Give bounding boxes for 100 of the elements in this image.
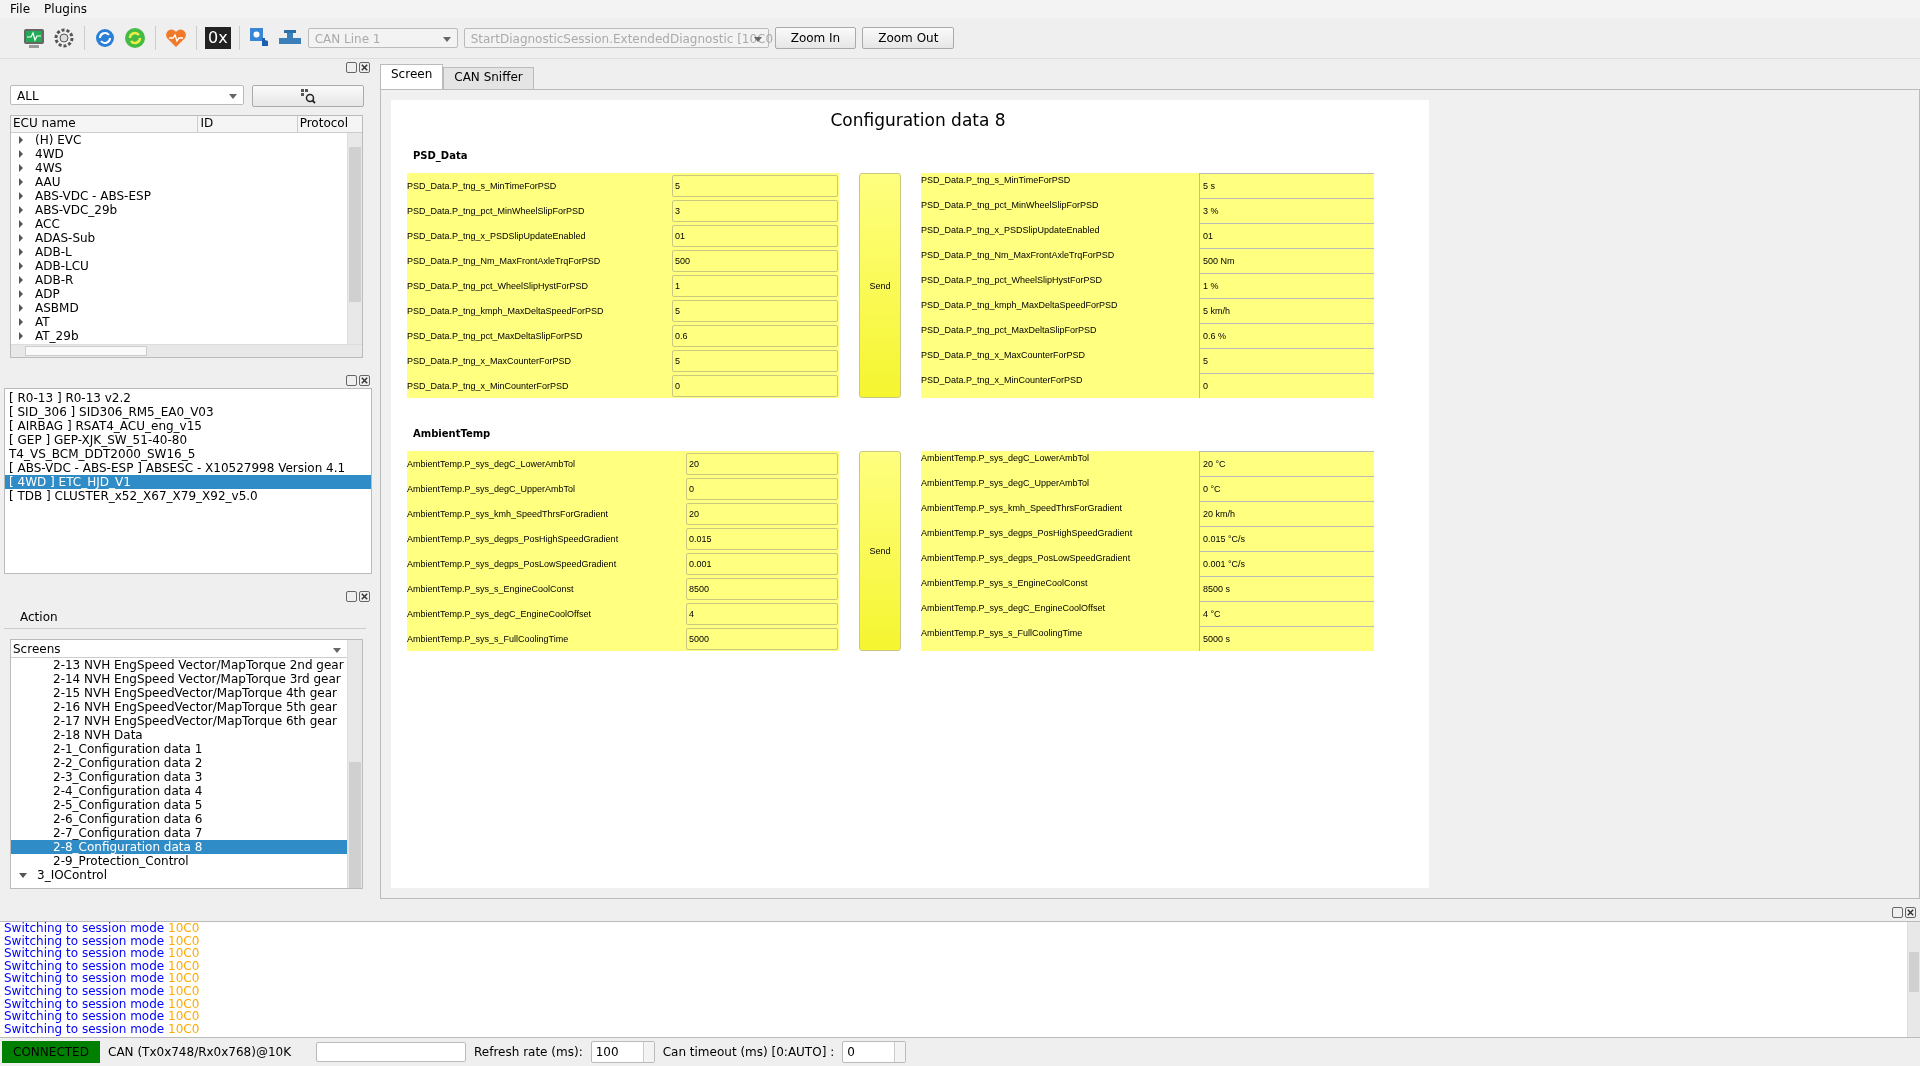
parameter-value: 5 s bbox=[1199, 173, 1374, 198]
parameter-input[interactable]: 3 bbox=[672, 199, 838, 222]
parameter-input[interactable]: 20 bbox=[686, 452, 838, 475]
refresh-spinbox[interactable]: 100 bbox=[590, 1041, 655, 1063]
ecu-name[interactable]: ACC bbox=[35, 217, 60, 231]
screen-title: Configuration data 8 bbox=[829, 109, 1007, 130]
ecu-name[interactable]: ADAS-Sub bbox=[35, 231, 96, 245]
ecu-filter-dropdown[interactable]: ALL bbox=[10, 85, 244, 105]
parameter-input[interactable]: 0 bbox=[672, 374, 838, 397]
zoom-button[interactable]: Zoom Out bbox=[862, 27, 955, 49]
scrollbar[interactable] bbox=[347, 133, 362, 344]
float-icon[interactable] bbox=[346, 590, 357, 602]
parameter-input[interactable]: 5 bbox=[672, 174, 838, 197]
ecu-name[interactable]: ABS-VDC - ABS-ESP bbox=[35, 189, 151, 203]
ecu-name[interactable]: ADB-L bbox=[35, 245, 72, 259]
tree-item[interactable]: 2-8_Configuration data 8 bbox=[11, 840, 347, 854]
close-icon[interactable] bbox=[359, 374, 370, 386]
parameter-label: AmbientTemp.P_sys_degC_UpperAmbTol bbox=[407, 483, 577, 494]
tree-item[interactable]: 2-17 NVH EngSpeedVector/MapTorque 6th gear bbox=[11, 714, 347, 728]
ecu-list-item[interactable]: [ 4WD ] ETC_HJD_V1 bbox=[5, 475, 371, 489]
ecu-list-item[interactable]: [ GEP ] GEP-XJK_SW_51-40-80 bbox=[5, 433, 371, 447]
close-icon[interactable] bbox=[359, 61, 370, 73]
ecu-name[interactable]: AT_29b bbox=[35, 329, 79, 343]
tree-item[interactable]: 2-3_Configuration data 3 bbox=[11, 770, 347, 784]
send-button[interactable]: Send bbox=[859, 451, 901, 651]
ecu-list-item[interactable]: [ TDB ] CLUSTER_x52_X67_X79_X92_v5.0 bbox=[5, 489, 371, 503]
parameter-input[interactable]: 0.6 bbox=[672, 324, 838, 347]
parameter-value: 0.015 °C/s bbox=[1199, 526, 1374, 551]
timeout-spinbox[interactable]: 0 bbox=[842, 1041, 907, 1063]
parameter-input[interactable]: 500 bbox=[672, 249, 838, 272]
tree-item[interactable]: 2-2_Configuration data 2 bbox=[11, 756, 347, 770]
menu-item[interactable]: Plugins bbox=[44, 2, 88, 16]
zoom-button[interactable]: Zoom In bbox=[774, 27, 857, 49]
parameter-input[interactable]: 1 bbox=[672, 274, 838, 297]
parameter-label: AmbientTemp.P_sys_degC_EngineCoolOffset bbox=[921, 602, 1106, 615]
column-header[interactable]: ID bbox=[198, 116, 298, 132]
search-button[interactable] bbox=[252, 85, 364, 107]
column-header[interactable]: ECU name bbox=[11, 116, 199, 132]
parameter-input[interactable]: 01 bbox=[672, 224, 838, 247]
ecu-name[interactable]: (H) EVC bbox=[35, 133, 82, 147]
ecu-list-item[interactable]: [ R0-13 ] R0-13 v2.2 bbox=[5, 391, 371, 405]
ecu-list-item[interactable]: [ ABS-VDC - ABS-ESP ] ABSESC - X10527998 Version 4.1 bbox=[5, 461, 371, 475]
parameter-label: PSD_Data.P_tng_s_MinTimeForPSD bbox=[407, 180, 558, 191]
monitor-icon[interactable] bbox=[22, 26, 46, 50]
ecu-name[interactable]: 4WD bbox=[35, 147, 64, 161]
tree-item[interactable]: 2-4_Configuration data 4 bbox=[11, 784, 347, 798]
parameter-input[interactable]: 5 bbox=[672, 349, 838, 372]
ecu-list-item[interactable]: T4_VS_BCM_DDT2000_SW16_5 bbox=[5, 447, 371, 461]
hex-button[interactable]: 0x bbox=[205, 27, 231, 49]
float-icon[interactable] bbox=[346, 374, 357, 386]
scrollbar[interactable] bbox=[347, 640, 362, 888]
tree-item[interactable]: 2-18 NVH Data bbox=[11, 728, 347, 742]
parameter-input[interactable]: 0.015 bbox=[686, 527, 838, 550]
refresh-icon[interactable] bbox=[93, 26, 117, 50]
float-icon[interactable] bbox=[346, 61, 357, 73]
tree-item[interactable]: 2-15 NVH EngSpeedVector/MapTorque 4th gear bbox=[11, 686, 347, 700]
tree-item[interactable]: 2-13 NVH EngSpeed Vector/MapTorque 2nd gear bbox=[11, 658, 347, 672]
ecu-name[interactable]: ADP bbox=[35, 287, 60, 301]
input-field[interactable] bbox=[316, 1042, 466, 1062]
parameter-input[interactable]: 8500 bbox=[686, 577, 838, 600]
ecu-name[interactable]: ADB-R bbox=[35, 273, 74, 287]
tab[interactable]: Screen bbox=[380, 64, 444, 89]
ecu-name[interactable]: ABS-VDC_29b bbox=[35, 203, 118, 217]
tree-item[interactable]: 2-14 NVH EngSpeed Vector/MapTorque 3rd gear bbox=[11, 672, 347, 686]
ecu-name[interactable]: ASBMD bbox=[35, 301, 79, 315]
close-icon[interactable] bbox=[1905, 906, 1916, 918]
tree-item[interactable]: 3_IOControl bbox=[11, 868, 347, 882]
scrollbar[interactable] bbox=[11, 344, 362, 357]
parameter-input[interactable]: 20 bbox=[686, 502, 838, 525]
ecu-list-item[interactable]: [ SID_306 ] SID306_RM5_EA0_V03 bbox=[5, 405, 371, 419]
column-header[interactable]: Protocol bbox=[297, 116, 348, 132]
parameter-label: AmbientTemp.P_sys_s_EngineCoolConst bbox=[921, 577, 1089, 590]
parameter-label: PSD_Data.P_tng_x_MaxCounterForPSD bbox=[921, 349, 1087, 362]
tree-item[interactable]: 2-5_Configuration data 5 bbox=[11, 798, 347, 812]
tree-item[interactable]: 2-1_Configuration data 1 bbox=[11, 742, 347, 756]
tree-item[interactable]: 2-7_Configuration data 7 bbox=[11, 826, 347, 840]
tree-item[interactable]: 2-6_Configuration data 6 bbox=[11, 812, 347, 826]
parameter-value: 8500 s bbox=[1199, 576, 1374, 601]
tree-item[interactable]: 2-16 NVH EngSpeedVector/MapTorque 5th gear bbox=[11, 700, 347, 714]
send-button[interactable]: Send bbox=[859, 173, 901, 398]
parameter-input[interactable]: 5 bbox=[672, 299, 838, 322]
close-icon[interactable] bbox=[359, 590, 370, 602]
ecu-name[interactable]: ADB-LCU bbox=[35, 259, 89, 273]
parameter-value: 0.6 % bbox=[1199, 323, 1374, 348]
ecu-name[interactable]: 4WS bbox=[35, 161, 63, 175]
timeout-label: Can timeout (ms) [0:AUTO] : bbox=[662, 1045, 835, 1059]
float-icon[interactable] bbox=[1892, 906, 1903, 918]
parameter-input[interactable]: 4 bbox=[686, 602, 838, 625]
parameter-input[interactable]: 0.001 bbox=[686, 552, 838, 575]
tree-item[interactable]: 2-9_Protection_Control bbox=[11, 854, 347, 868]
parameter-input[interactable]: 5000 bbox=[686, 627, 838, 650]
ecu-list-item[interactable]: [ AIRBAG ] RSAT4_ACU_eng_v15 bbox=[5, 419, 371, 433]
menu-item[interactable]: File bbox=[10, 2, 31, 16]
ecu-name[interactable]: AT bbox=[35, 315, 50, 329]
log-line: Switching to session mode 10C0 bbox=[4, 1022, 201, 1036]
parameter-input[interactable]: 0 bbox=[686, 477, 838, 500]
scrollbar[interactable] bbox=[1907, 922, 1920, 1037]
tab[interactable]: CAN Sniffer bbox=[443, 67, 534, 89]
gear-icon[interactable] bbox=[52, 26, 76, 50]
ecu-name[interactable]: AAU bbox=[35, 175, 61, 189]
